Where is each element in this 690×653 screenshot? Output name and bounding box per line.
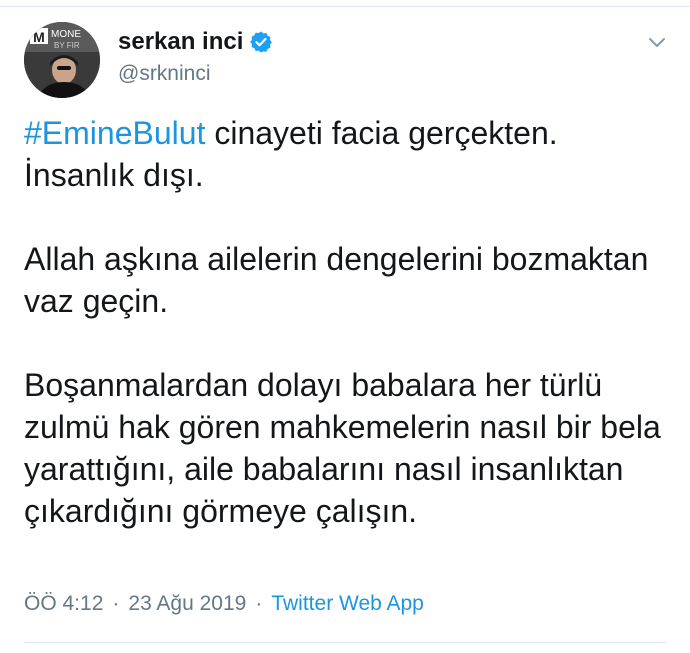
avatar-image: M MONE BY FIR <box>24 22 100 98</box>
tweet-paragraph-2: Allah aşkına ailelerin dengelerini bozma… <box>24 241 649 319</box>
chevron-down-icon[interactable] <box>645 30 669 54</box>
user-name[interactable]: serkan inci <box>118 28 243 56</box>
svg-text:M: M <box>33 29 45 45</box>
tweet-date[interactable]: 23 Ağu 2019 <box>128 592 246 616</box>
hashtag-link[interactable]: #EmineBulut <box>24 115 205 151</box>
meta-separator: · <box>112 592 120 615</box>
user-handle[interactable]: @srkninci <box>118 62 211 86</box>
avatar[interactable]: M MONE BY FIR <box>24 22 100 98</box>
tweet-line-1: cinayeti facia gerçekten. <box>205 115 558 151</box>
tweet-paragraph-3: Boşanmalardan dolayı babalara her türlü … <box>24 367 661 529</box>
verified-badge-icon <box>249 30 273 54</box>
bottom-divider <box>24 642 666 643</box>
tweet-meta: ÖÖ 4:12 · 23 Ağu 2019 · Twitter Web App <box>24 592 424 616</box>
tweet-text: #EmineBulut cinayeti facia gerçekten. İns… <box>24 112 664 532</box>
tweet-paragraph-1: #EmineBulut cinayeti facia gerçekten. İns… <box>24 112 664 196</box>
avatar-logo-text: MONE <box>51 29 81 40</box>
tweet-source-link[interactable]: Twitter Web App <box>271 592 424 616</box>
tweet-line-2: İnsanlık dışı. <box>24 157 204 193</box>
name-row: serkan inci <box>118 28 273 56</box>
top-divider <box>0 6 690 7</box>
avatar-logo-subtext: BY FIR <box>54 41 80 50</box>
tweet-time[interactable]: ÖÖ 4:12 <box>24 592 103 616</box>
meta-separator: · <box>255 592 263 615</box>
